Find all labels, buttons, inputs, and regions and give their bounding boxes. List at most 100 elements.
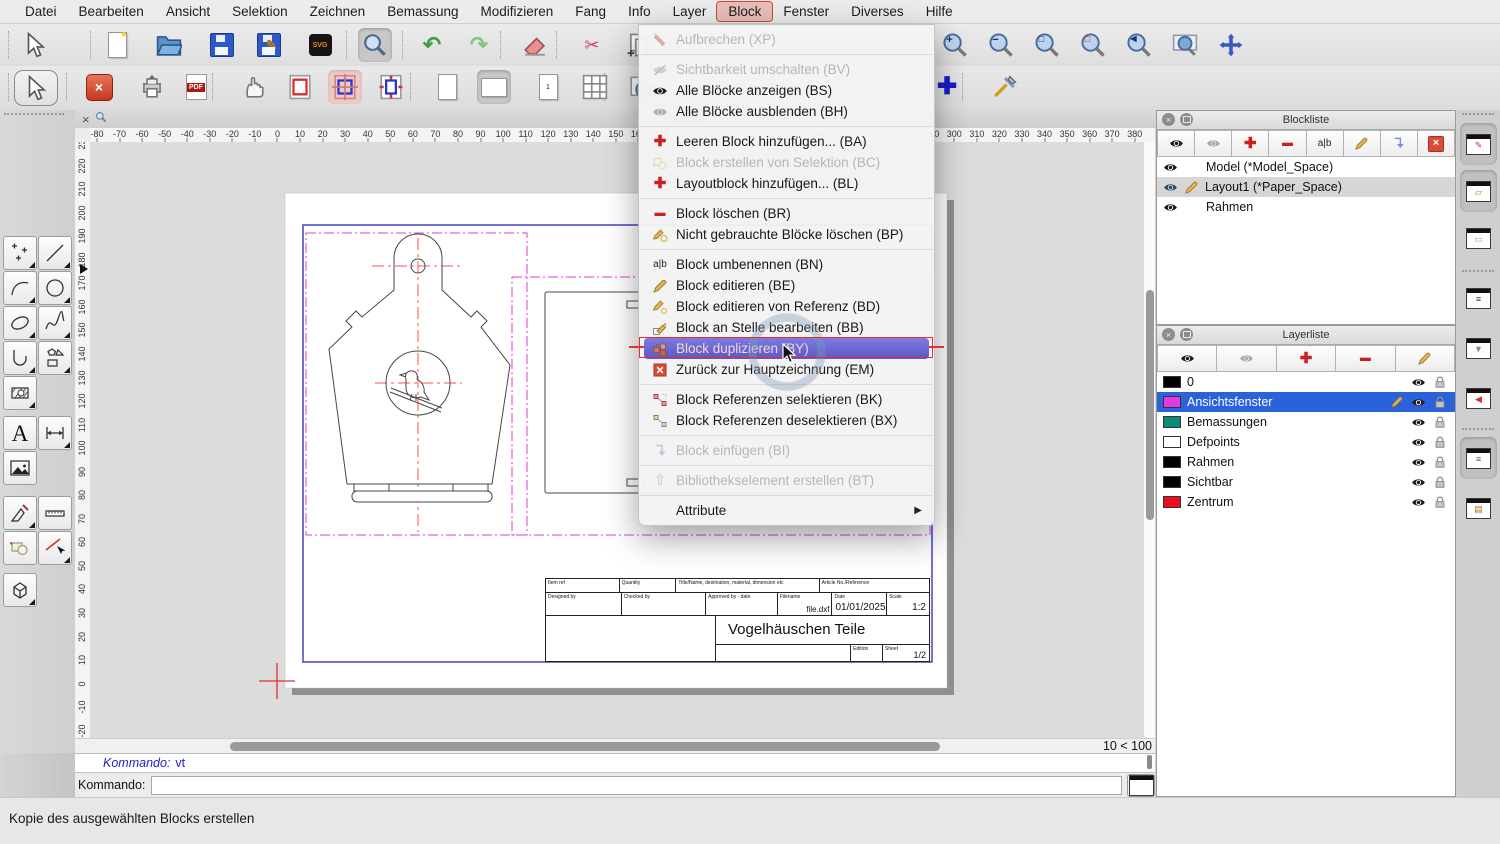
- dimension-tools-button[interactable]: [38, 416, 72, 450]
- block-row-model-model-space-[interactable]: Model (*Model_Space): [1157, 157, 1455, 177]
- menubar-item-fenster[interactable]: Fenster: [772, 2, 840, 21]
- toggle-list-window-button[interactable]: ≡: [1460, 277, 1497, 319]
- pdf-export-button[interactable]: PDF: [179, 70, 213, 104]
- lock-icon[interactable]: [1433, 415, 1447, 429]
- menu-item-sichtbarkeit-umschalten-bv-[interactable]: Sichtbarkeit umschalten (BV): [639, 59, 934, 80]
- eye-button[interactable]: [1157, 345, 1217, 372]
- command-input[interactable]: [151, 776, 1122, 795]
- draft-tools-button[interactable]: [3, 496, 37, 530]
- settings-tools-button[interactable]: [988, 70, 1022, 104]
- menubar-item-zeichnen[interactable]: Zeichnen: [299, 2, 377, 21]
- toggle-filter-window-button[interactable]: ▼: [1460, 327, 1497, 369]
- layer-row-bemassungen[interactable]: Bemassungen: [1157, 412, 1455, 432]
- page-portrait-button[interactable]: [430, 70, 464, 104]
- lock-icon[interactable]: [1433, 375, 1447, 389]
- layer-row-sichtbar[interactable]: Sichtbar: [1157, 472, 1455, 492]
- viewport-scale-button[interactable]: [374, 70, 408, 104]
- erase-button[interactable]: [518, 28, 552, 62]
- eye-grey-button[interactable]: [1217, 345, 1276, 372]
- menubar-item-info[interactable]: Info: [617, 2, 662, 21]
- drag-page-button[interactable]: [237, 70, 271, 104]
- toggle-block-list-window-button[interactable]: ▱: [1460, 170, 1497, 212]
- circle-tools-button[interactable]: [38, 271, 72, 305]
- menu-item-aufbrechen-xp-[interactable]: Aufbrechen (XP): [639, 29, 934, 50]
- restore-icon[interactable]: [1180, 328, 1193, 341]
- page-landscape-button[interactable]: [477, 70, 511, 104]
- measure-tools-button[interactable]: [38, 496, 72, 530]
- menu-item-block-referenzen-selektieren-bk-[interactable]: Block Referenzen selektieren (BK): [639, 389, 934, 410]
- minus-button[interactable]: ▬: [1336, 345, 1395, 372]
- eye-icon[interactable]: [1411, 435, 1426, 450]
- layer-row-rahmen[interactable]: Rahmen: [1157, 452, 1455, 472]
- menu-item-alle-blöcke-anzeigen-bs-[interactable]: Alle Blöcke anzeigen (BS): [639, 80, 934, 101]
- line-tools-button[interactable]: [38, 236, 72, 270]
- save-button[interactable]: [205, 28, 239, 62]
- viewport-edit-button[interactable]: [328, 70, 362, 104]
- rename-button[interactable]: a|b: [1307, 130, 1344, 157]
- menu-item-block-umbenennen-bn-[interactable]: a|bBlock umbenennen (BN): [639, 254, 934, 275]
- dock-handle[interactable]: [1462, 113, 1494, 115]
- page-single-button[interactable]: 1: [531, 70, 565, 104]
- toggle-block-edit-window-button[interactable]: ✎: [1460, 123, 1497, 165]
- polyline-tools-button[interactable]: [3, 341, 37, 375]
- eye-icon[interactable]: [1411, 495, 1426, 510]
- tab-close-icon[interactable]: ×: [75, 112, 95, 127]
- menu-item-block-einfügen-bi-[interactable]: Block einfügen (BI): [639, 440, 934, 461]
- insert-button[interactable]: [1381, 130, 1418, 157]
- zoom-in-button[interactable]: +: [938, 28, 972, 62]
- save-as-button[interactable]: ✎: [252, 28, 286, 62]
- command-options-button[interactable]: [1127, 774, 1155, 797]
- menu-item-bibliothekselement-erstellen-bt-[interactable]: ⇧Bibliothekselement erstellen (BT): [639, 470, 934, 491]
- menubar-item-diverses[interactable]: Diverses: [840, 2, 915, 21]
- print-button[interactable]: [135, 70, 169, 104]
- menubar-item-modifizieren[interactable]: Modifizieren: [470, 2, 565, 21]
- block-row-rahmen[interactable]: Rahmen: [1157, 197, 1455, 217]
- eye-icon[interactable]: [1411, 375, 1426, 390]
- eye-icon[interactable]: [1411, 475, 1426, 490]
- previous-view-button[interactable]: ◀: [1122, 28, 1156, 62]
- arc-tools-button[interactable]: [3, 271, 37, 305]
- close-icon[interactable]: ×: [1162, 328, 1175, 341]
- hatch-tools-button[interactable]: [3, 376, 37, 410]
- auto-zoom-button[interactable]: □: [1030, 28, 1064, 62]
- menu-item-attribute[interactable]: Attribute▶: [639, 500, 934, 521]
- open-file-button[interactable]: [152, 28, 186, 62]
- cut-button[interactable]: ✂: [575, 28, 609, 62]
- insert-reference-button[interactable]: ✚: [930, 70, 964, 104]
- menubar-item-fang[interactable]: Fang: [564, 2, 617, 21]
- zoom-selection-button[interactable]: □: [1076, 28, 1110, 62]
- pencil-button[interactable]: [1344, 130, 1381, 157]
- toggle-viewport-window-button[interactable]: ▭: [1460, 217, 1497, 259]
- lock-icon[interactable]: [1433, 455, 1447, 469]
- menu-item-leeren-block-hinzufügen-ba-[interactable]: ✚Leeren Block hinzufügen... (BA): [639, 131, 934, 152]
- point-tools-button[interactable]: [3, 236, 37, 270]
- pencil-button[interactable]: [1396, 345, 1455, 372]
- layer-row-zentrum[interactable]: Zentrum: [1157, 492, 1455, 512]
- eye-icon[interactable]: [1411, 455, 1426, 470]
- shape-tools-button[interactable]: [38, 341, 72, 375]
- redx-button[interactable]: ×: [1418, 130, 1455, 157]
- toggle-command-window-button[interactable]: ≡: [1460, 437, 1497, 479]
- toggle-reference-window-button[interactable]: ◀: [1460, 377, 1497, 419]
- close-file-button[interactable]: ×: [82, 70, 116, 104]
- plus-button[interactable]: ✚: [1232, 130, 1269, 157]
- toggle-clipboard-window-button[interactable]: ▤: [1460, 487, 1497, 529]
- plus-button[interactable]: ✚: [1277, 345, 1336, 372]
- menubar-item-block[interactable]: Block: [717, 2, 772, 21]
- menubar-item-ansicht[interactable]: Ansicht: [155, 2, 221, 21]
- eye-icon[interactable]: [1411, 395, 1426, 410]
- layer-row-ansichtsfenster[interactable]: Ansichtsfenster: [1157, 392, 1455, 412]
- selection-tool-button[interactable]: [18, 28, 52, 62]
- text-tool-button[interactable]: A: [3, 416, 37, 450]
- dock-handle[interactable]: [4, 113, 64, 115]
- menu-item-nicht-gebrauchte-blöcke-löschen-bp-[interactable]: Nicht gebrauchte Blöcke löschen (BP): [639, 224, 934, 245]
- ellipse-tools-button[interactable]: [3, 306, 37, 340]
- zoom-out-button[interactable]: −: [984, 28, 1018, 62]
- menu-item-block-erstellen-von-selektion-bc-[interactable]: Block erstellen von Selektion (BC): [639, 152, 934, 173]
- viewport-add-button[interactable]: [283, 70, 317, 104]
- vertical-scrollbar-thumb[interactable]: [1146, 290, 1154, 520]
- menubar-item-bearbeiten[interactable]: Bearbeiten: [68, 2, 155, 21]
- pan-button[interactable]: [1214, 28, 1248, 62]
- layer-row-defpoints[interactable]: Defpoints: [1157, 432, 1455, 452]
- lock-icon[interactable]: [1433, 475, 1447, 489]
